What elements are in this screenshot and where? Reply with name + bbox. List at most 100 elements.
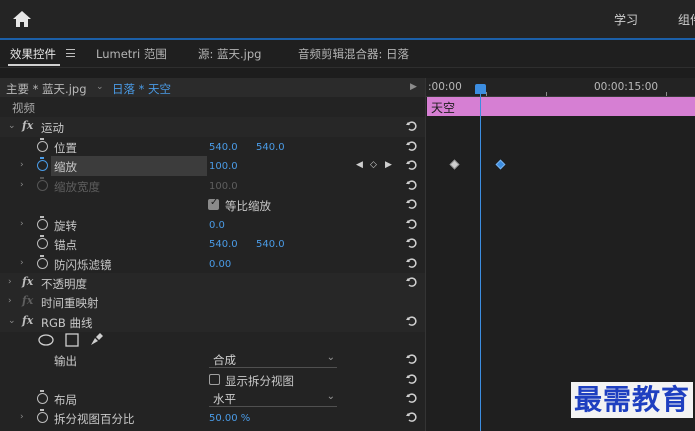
panel-menu-icon[interactable] xyxy=(66,49,75,57)
effect-motion[interactable]: ⌄ fx 运动 xyxy=(0,117,425,137)
play-only-icon[interactable]: ▶ xyxy=(410,82,417,92)
property-uniform-scale: 等比缩放 xyxy=(0,195,425,215)
rotation-label: 旋转 xyxy=(54,219,77,233)
tab-source[interactable]: 源: 蓝天.jpg xyxy=(198,46,261,62)
position-y-value[interactable]: 540.0 xyxy=(256,142,285,153)
anchor-y-value[interactable]: 540.0 xyxy=(256,239,285,250)
anchor-label: 锚点 xyxy=(54,238,77,252)
reset-icon[interactable] xyxy=(406,179,418,191)
tab-lumetri-scopes[interactable]: Lumetri 范围 xyxy=(96,46,167,62)
stopwatch-icon[interactable] xyxy=(37,157,48,171)
keyframe-diamond[interactable] xyxy=(449,159,460,170)
reset-icon[interactable] xyxy=(406,411,418,423)
fx-icon[interactable]: fx xyxy=(22,314,33,327)
reset-icon[interactable] xyxy=(406,159,418,171)
scale-label: 缩放 xyxy=(54,160,77,174)
pen-mask-icon[interactable] xyxy=(89,333,103,347)
property-anti-flicker: › 防闪烁滤镜 0.00 xyxy=(0,254,425,274)
playhead-handle[interactable] xyxy=(475,84,486,94)
stopwatch-icon[interactable] xyxy=(37,216,48,230)
split-percent-value[interactable]: 50.00 % xyxy=(209,413,250,424)
anti-flicker-value[interactable]: 0.00 xyxy=(209,259,231,270)
reset-icon[interactable] xyxy=(406,120,418,132)
effect-time-remap[interactable]: › fx 时间重映射 xyxy=(0,292,425,312)
prev-keyframe-icon[interactable]: ◀ xyxy=(356,160,363,170)
chevron-right-icon: › xyxy=(20,180,24,190)
stopwatch-icon[interactable] xyxy=(37,255,48,269)
reset-icon[interactable] xyxy=(406,218,418,230)
reset-icon[interactable] xyxy=(406,353,418,365)
reset-icon[interactable] xyxy=(406,373,418,385)
chevron-down-icon: ⌄ xyxy=(326,352,335,363)
uniform-scale-label: 等比缩放 xyxy=(225,199,271,213)
property-layout: 布局 水平 ⌄ xyxy=(0,389,425,409)
time-ruler[interactable]: :00:00 00:00:15:00 xyxy=(426,78,695,97)
effect-opacity[interactable]: › fx 不透明度 xyxy=(0,273,425,293)
timecode-start: :00:00 xyxy=(428,81,462,93)
uniform-scale-checkbox[interactable] xyxy=(208,197,219,210)
layout-value: 水平 xyxy=(213,392,236,406)
ellipse-mask-icon[interactable] xyxy=(38,334,54,346)
watermark: 最需教育 xyxy=(571,382,694,418)
chevron-right-icon[interactable]: › xyxy=(20,412,24,422)
rgb-curves-label: RGB 曲线 xyxy=(41,316,93,330)
position-x-value[interactable]: 540.0 xyxy=(209,142,238,153)
reset-icon[interactable] xyxy=(406,276,418,288)
chevron-down-icon[interactable]: ⌄ xyxy=(96,82,104,92)
effect-timeline[interactable]: :00:00 00:00:15:00 天空 xyxy=(425,78,695,431)
fx-icon[interactable]: fx xyxy=(22,275,33,288)
section-video-label: 视频 xyxy=(12,101,35,115)
keyframe-diamond-selected[interactable] xyxy=(495,159,506,170)
chevron-right-icon[interactable]: › xyxy=(20,160,24,170)
time-remap-label: 时间重映射 xyxy=(41,296,99,310)
scale-width-label: 缩放宽度 xyxy=(54,180,100,194)
reset-icon[interactable] xyxy=(406,392,418,404)
split-view-checkbox[interactable] xyxy=(209,374,220,385)
effect-rgb-curves[interactable]: ⌄ fx RGB 曲线 xyxy=(0,312,425,332)
chevron-right-icon[interactable]: › xyxy=(20,258,24,268)
tab-effect-controls[interactable]: 效果控件 xyxy=(10,46,56,62)
master-clip-label[interactable]: 主要 * 蓝天.jpg xyxy=(6,81,87,97)
clip-selector-bar: 主要 * 蓝天.jpg ⌄ 日落 * 天空 ▶ xyxy=(0,78,425,97)
add-keyframe-icon[interactable]: ◇ xyxy=(370,160,377,170)
top-bar: 学习 组件 xyxy=(0,0,695,40)
chevron-down-icon[interactable]: ⌄ xyxy=(8,316,16,326)
anchor-x-value[interactable]: 540.0 xyxy=(209,239,238,250)
scale-value[interactable]: 100.0 xyxy=(209,161,238,172)
chevron-right-icon[interactable]: › xyxy=(20,219,24,229)
stopwatch-icon[interactable] xyxy=(37,235,48,249)
property-scale-width: › 缩放宽度 100.0 xyxy=(0,176,425,196)
fx-icon[interactable]: fx xyxy=(22,119,33,132)
workspace-learn[interactable]: 学习 xyxy=(614,11,638,28)
workspace-assembly[interactable]: 组件 xyxy=(678,11,695,28)
reset-icon[interactable] xyxy=(406,257,418,269)
reset-icon[interactable] xyxy=(406,237,418,249)
panel-tabs: 效果控件 Lumetri 范围 源: 蓝天.jpg 音频剪辑混合器: 日落 xyxy=(0,40,695,68)
chevron-right-icon[interactable]: › xyxy=(8,296,12,306)
sequence-clip-label[interactable]: 日落 * 天空 xyxy=(112,81,171,97)
chevron-down-icon[interactable]: ⌄ xyxy=(8,121,16,131)
split-percent-label: 拆分视图百分比 xyxy=(54,412,135,426)
next-keyframe-icon[interactable]: ▶ xyxy=(385,160,392,170)
split-view-label: 显示拆分视图 xyxy=(225,374,294,388)
motion-label: 运动 xyxy=(41,121,64,135)
layout-select[interactable]: 水平 ⌄ xyxy=(209,390,337,407)
rectangle-mask-icon[interactable] xyxy=(65,333,79,347)
home-icon[interactable] xyxy=(12,9,32,29)
output-select[interactable]: 合成 ⌄ xyxy=(209,351,337,368)
stopwatch-icon[interactable] xyxy=(37,409,48,423)
reset-icon[interactable] xyxy=(406,198,418,210)
stopwatch-icon[interactable] xyxy=(37,138,48,152)
reset-icon[interactable] xyxy=(406,315,418,327)
active-tab-underline xyxy=(8,64,60,66)
timeline-clip[interactable]: 天空 xyxy=(427,97,695,116)
anti-flicker-label: 防闪烁滤镜 xyxy=(54,258,112,272)
rotation-value[interactable]: 0.0 xyxy=(209,220,225,231)
scale-width-value: 100.0 xyxy=(209,181,238,192)
tab-audio-clip-mixer[interactable]: 音频剪辑混合器: 日落 xyxy=(298,46,409,62)
stopwatch-icon[interactable] xyxy=(37,390,48,404)
chevron-right-icon[interactable]: › xyxy=(8,277,12,287)
clip-label: 天空 xyxy=(431,101,456,115)
opacity-label: 不透明度 xyxy=(41,277,87,291)
reset-icon[interactable] xyxy=(406,140,418,152)
